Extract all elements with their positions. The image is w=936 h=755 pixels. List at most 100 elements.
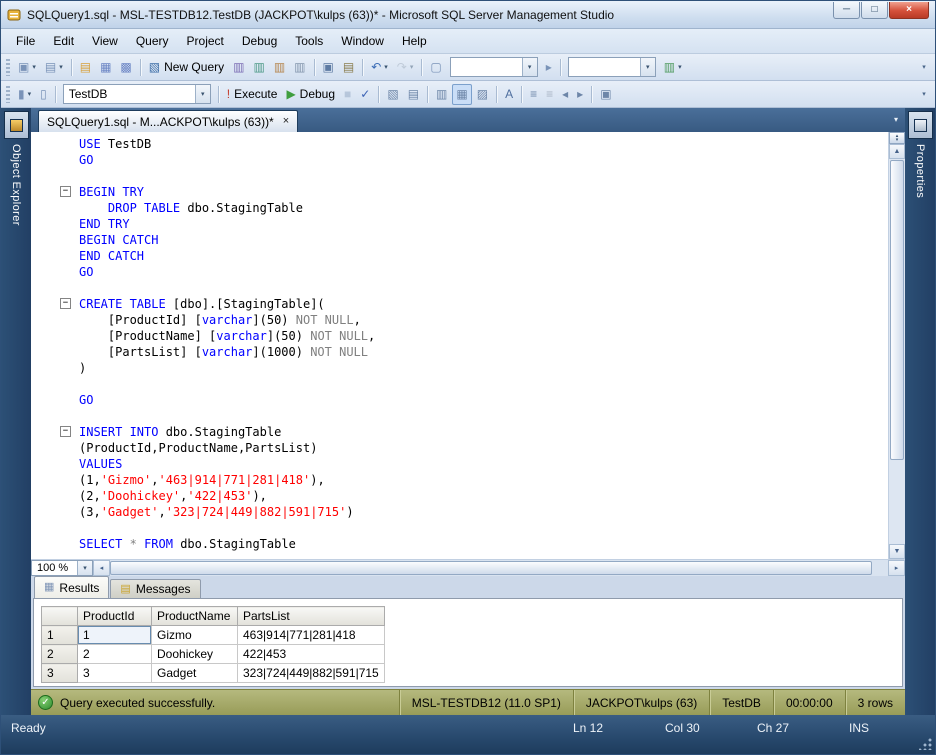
hscroll-thumb[interactable] (110, 561, 872, 575)
properties-tab[interactable] (908, 111, 933, 139)
display-estimated-plan-button[interactable]: ▧ (383, 84, 402, 105)
fold-collapse-icon[interactable]: − (60, 298, 71, 309)
grid-cell[interactable]: 2 (78, 645, 152, 664)
scroll-down-icon[interactable]: ▼ (889, 544, 905, 559)
connect-button[interactable]: ▮▾ (14, 84, 35, 105)
disconnect-button[interactable]: ▯ (36, 84, 51, 105)
menu-file[interactable]: File (7, 30, 44, 52)
find-next-button[interactable]: ▸ (542, 57, 556, 78)
toolbar-grip[interactable] (6, 59, 10, 76)
object-explorer-label[interactable]: Object Explorer (10, 144, 22, 226)
new-xmla-query-button[interactable]: ▥ (290, 57, 309, 78)
column-header-partslist[interactable]: PartsList (238, 607, 385, 626)
editor-vertical-scrollbar[interactable]: ▴ ▾ ▲ ▼ (888, 132, 905, 559)
increase-indent-button[interactable]: ▸ (573, 84, 587, 105)
query-options-button[interactable]: ▤ (404, 84, 423, 105)
new-database-engine-query-button[interactable]: ▥ (229, 57, 248, 78)
vscroll-track[interactable] (889, 159, 905, 544)
grid-cell[interactable]: 3 (78, 664, 152, 683)
grid-cell[interactable]: Doohickey (152, 645, 238, 664)
hscroll-track[interactable] (110, 560, 888, 576)
row-header[interactable]: 1 (42, 626, 78, 645)
minimize-button[interactable]: ─ (833, 2, 860, 19)
vscroll-thumb[interactable] (890, 160, 904, 460)
document-tab[interactable]: SQLQuery1.sql - M...ACKPOT\kulps (63))* … (38, 110, 298, 132)
close-button[interactable]: × (889, 2, 929, 19)
save-button[interactable]: ▦ (96, 57, 115, 78)
new-query-button[interactable]: ▧New Query (145, 57, 228, 78)
fold-collapse-icon[interactable]: − (60, 426, 71, 437)
properties-label[interactable]: Properties (914, 144, 926, 198)
split-handle[interactable]: ▴ ▾ (889, 132, 905, 144)
toolbar-overflow-icon[interactable]: ▾ (917, 54, 931, 80)
toolbar-overflow-icon[interactable]: ▾ (917, 81, 931, 107)
save-all-button[interactable]: ▩ (116, 57, 135, 78)
execute-button[interactable]: !Execute (223, 84, 282, 105)
object-explorer-tab[interactable] (4, 111, 29, 139)
new-dmx-query-button[interactable]: ▥ (270, 57, 289, 78)
find-combobox[interactable]: ▾ (450, 57, 538, 77)
messages-tab[interactable]: ▤ Messages (110, 579, 200, 598)
scroll-right-icon[interactable]: ▸ (888, 560, 905, 576)
menu-project[interactable]: Project (178, 30, 233, 52)
find-button[interactable]: ▢ (426, 57, 445, 78)
debug-button[interactable]: ▶Debug (282, 84, 339, 105)
registered-servers-combobox[interactable]: ▾ (568, 57, 656, 77)
menu-help[interactable]: Help (393, 30, 436, 52)
sqlcmd-mode-button[interactable]: ▣ (596, 84, 615, 105)
menu-tools[interactable]: Tools (286, 30, 332, 52)
active-files-dropdown-icon[interactable]: ▾ (894, 115, 898, 124)
results-to-grid-button[interactable]: ▦ (452, 84, 471, 105)
comment-selection-button[interactable]: ≡ (526, 84, 541, 105)
copy-button[interactable]: ▣ (319, 57, 338, 78)
decrease-indent-button[interactable]: ◂ (558, 84, 572, 105)
scroll-left-icon[interactable]: ◂ (93, 560, 110, 576)
grid-cell[interactable]: 422|453 (238, 645, 385, 664)
grid-cell[interactable]: 1 (78, 626, 152, 645)
dropdown-arrow-icon[interactable]: ▾ (195, 85, 210, 103)
specify-values-for-template-button[interactable]: A (501, 84, 517, 105)
results-to-file-button[interactable]: ▨ (473, 84, 492, 105)
menu-edit[interactable]: Edit (44, 30, 83, 52)
grid-cell[interactable]: 323|724|449|882|591|715 (238, 664, 385, 683)
title-bar[interactable]: SQLQuery1.sql - MSL-TESTDB12.TestDB (JAC… (1, 1, 935, 29)
results-tab[interactable]: ▦ Results (34, 576, 109, 598)
grid-cell[interactable]: 463|914|771|281|418 (238, 626, 385, 645)
open-file-button[interactable]: ▤ (76, 57, 95, 78)
activity-monitor-button[interactable]: ▥▾ (660, 57, 686, 78)
zoom-combobox[interactable]: 100 % ▾ (31, 560, 93, 576)
grid-cell[interactable]: Gadget (152, 664, 238, 683)
cancel-executing-query-button[interactable]: ■ (340, 84, 355, 105)
code-area[interactable]: USE TestDBGO−BEGIN TRY DROP TABLE dbo.St… (31, 132, 888, 559)
row-header[interactable]: 2 (42, 645, 78, 664)
toolbar-grip[interactable] (6, 86, 10, 103)
dropdown-arrow-icon[interactable]: ▾ (640, 58, 655, 76)
dropdown-arrow-icon[interactable]: ▾ (522, 58, 537, 76)
maximize-button[interactable]: □ (861, 2, 888, 19)
scroll-up-icon[interactable]: ▲ (889, 144, 905, 159)
uncomment-selection-button[interactable]: ≡ (542, 84, 557, 105)
column-header-productid[interactable]: ProductId (78, 607, 152, 626)
sql-editor[interactable]: USE TestDBGO−BEGIN TRY DROP TABLE dbo.St… (31, 132, 905, 559)
add-new-item-button[interactable]: ▤▾ (41, 57, 67, 78)
parse-button[interactable]: ✓ (356, 84, 374, 105)
menu-view[interactable]: View (83, 30, 127, 52)
paste-button[interactable]: ▤ (339, 57, 358, 78)
menu-debug[interactable]: Debug (233, 30, 286, 52)
row-header[interactable]: 3 (42, 664, 78, 683)
available-databases-combobox[interactable]: TestDB▾ (63, 84, 211, 104)
activity-monitor-icon: ▥ (664, 61, 675, 73)
menu-query[interactable]: Query (127, 30, 178, 52)
redo-button[interactable]: ↷▾ (393, 57, 418, 78)
tab-close-icon[interactable]: × (283, 116, 289, 127)
new-project-button[interactable]: ▣▾ (14, 57, 40, 78)
new-mdx-query-button[interactable]: ▥ (249, 57, 268, 78)
grid-cell[interactable]: Gizmo (152, 626, 238, 645)
column-header-productname[interactable]: ProductName (152, 607, 238, 626)
resize-grip[interactable] (919, 737, 932, 750)
undo-button[interactable]: ↶▾ (367, 57, 392, 78)
menu-window[interactable]: Window (332, 30, 393, 52)
results-to-text-button[interactable]: ▥ (432, 84, 451, 105)
dropdown-arrow-icon[interactable]: ▾ (77, 561, 92, 575)
fold-collapse-icon[interactable]: − (60, 186, 71, 197)
